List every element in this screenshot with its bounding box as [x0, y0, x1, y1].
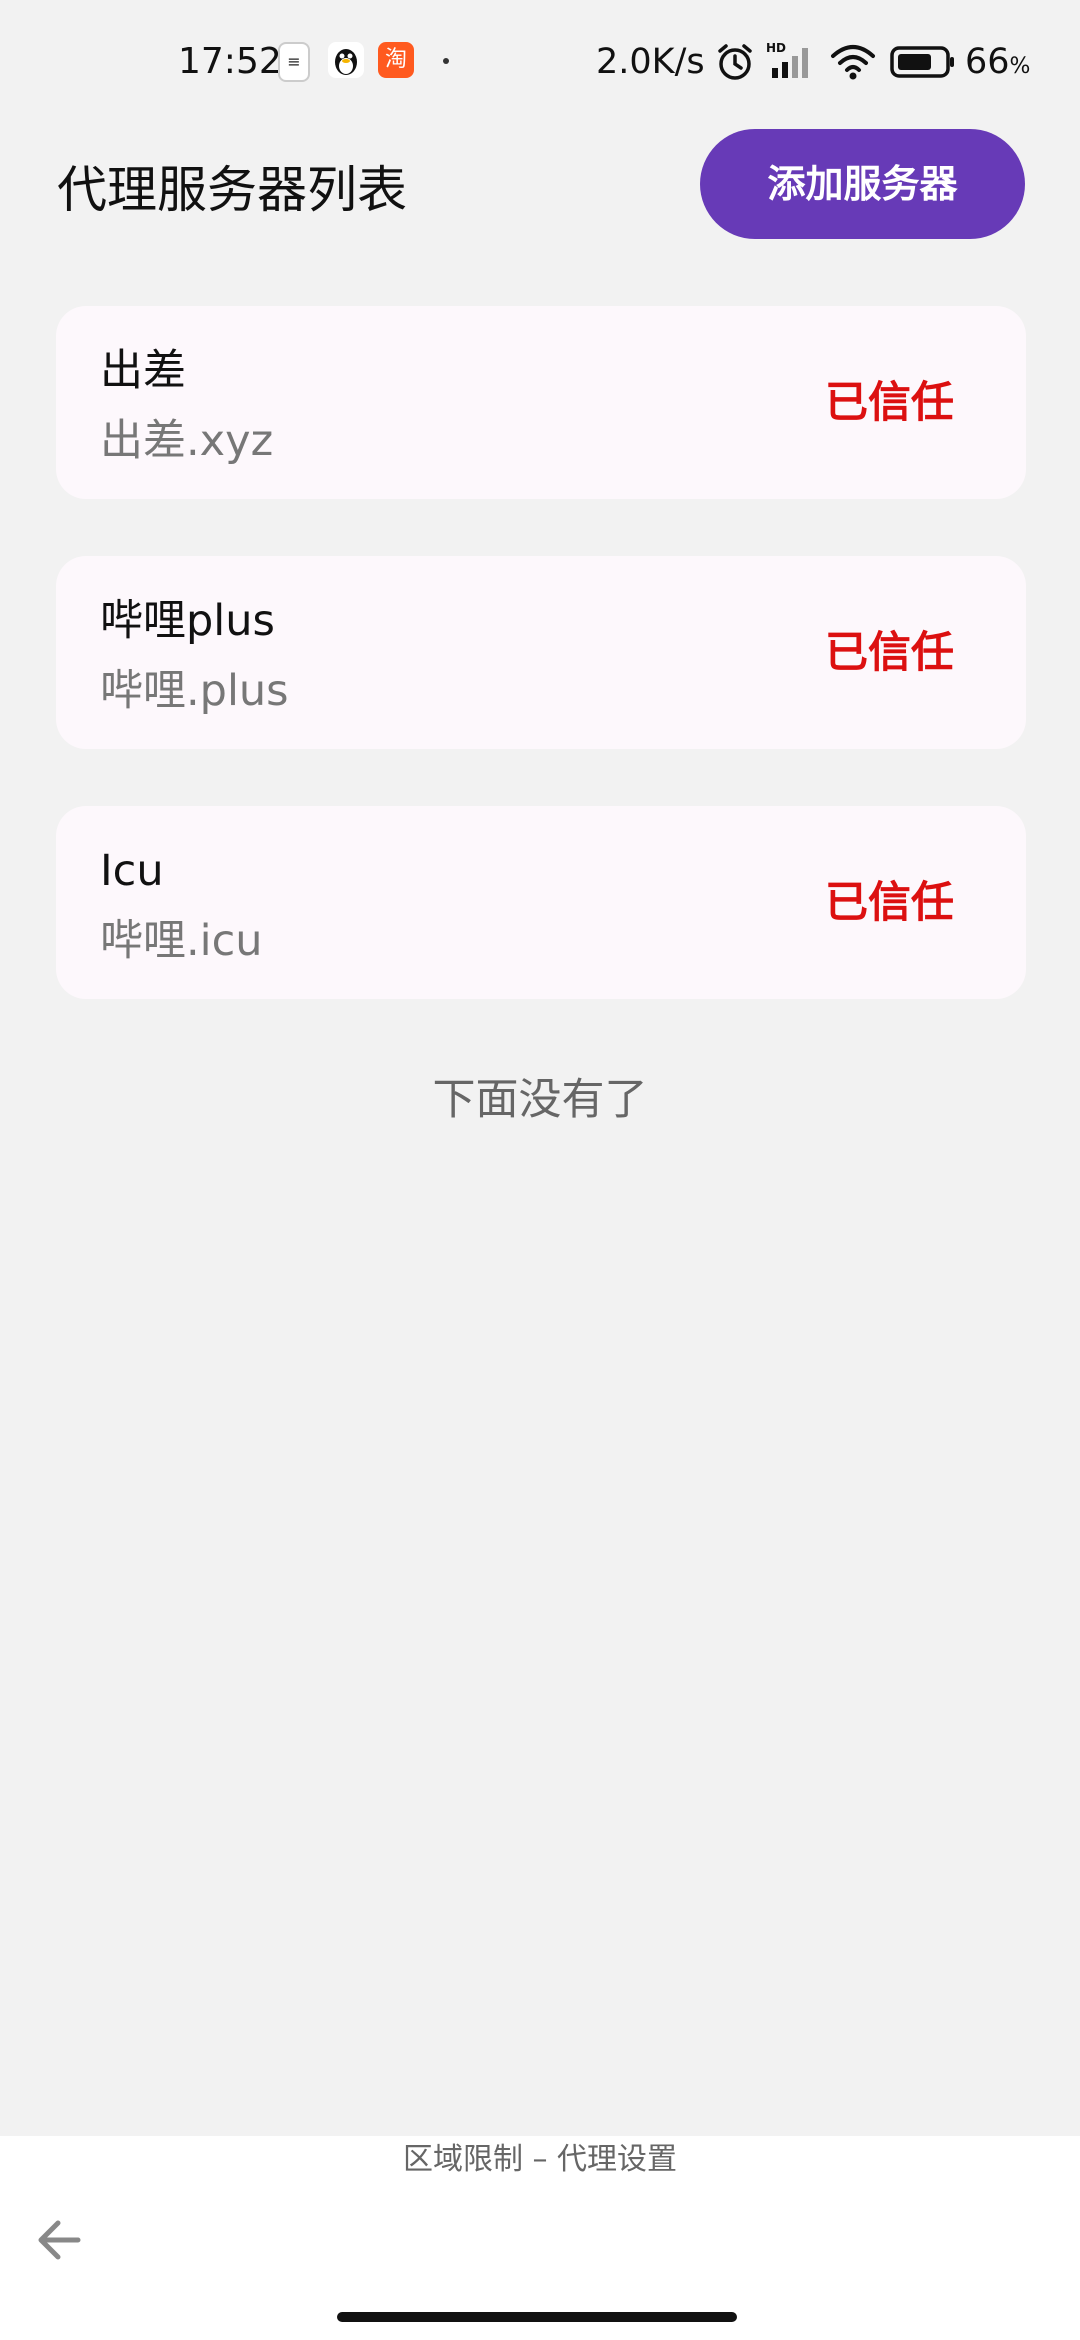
server-list: 出差 出差.xyz 已信任 哔哩plus 哔哩.plus 已信任 Icu 哔哩.… [56, 306, 1026, 1056]
server-card[interactable]: 出差 出差.xyz 已信任 [56, 306, 1026, 499]
list-end-text: 下面没有了 [432, 1075, 648, 1125]
qq-icon [328, 42, 364, 78]
server-host: 哔哩.plus [100, 666, 289, 716]
status-bar: 17:52 ≡ 淘 2.0K/s HD 66% [0, 0, 1080, 125]
server-card[interactable]: Icu 哔哩.icu 已信任 [56, 806, 1026, 999]
hd-signal-icon: HD [766, 40, 818, 80]
arrow-left-icon [38, 2220, 81, 2260]
battery-icon [890, 46, 956, 78]
bottom-caption: 区域限制 – 代理设置 [402, 2142, 678, 2177]
svg-text:HD: HD [766, 41, 786, 55]
server-name: Icu [100, 846, 164, 896]
alarm-icon [715, 42, 755, 82]
add-server-button[interactable]: 添加服务器 [700, 129, 1025, 239]
trusted-status: 已信任 [825, 628, 954, 678]
notes-app-icon: ≡ [278, 42, 310, 82]
trusted-status: 已信任 [825, 878, 954, 928]
home-indicator[interactable] [337, 2312, 737, 2322]
trusted-status: 已信任 [825, 378, 954, 428]
status-time: 17:52 [178, 41, 282, 82]
server-card[interactable]: 哔哩plus 哔哩.plus 已信任 [56, 556, 1026, 749]
page-title: 代理服务器列表 [57, 161, 407, 219]
net-speed: 2.0K/s [596, 42, 705, 82]
server-name: 哔哩plus [100, 596, 275, 646]
notification-dot [443, 58, 449, 64]
server-host: 出差.xyz [100, 416, 274, 466]
server-host: 哔哩.icu [100, 916, 263, 966]
back-button[interactable] [30, 2210, 90, 2270]
taobao-icon: 淘 [378, 42, 414, 78]
battery-level: 66% [965, 42, 1031, 82]
wifi-icon [830, 42, 876, 82]
server-name: 出差 [100, 346, 186, 396]
